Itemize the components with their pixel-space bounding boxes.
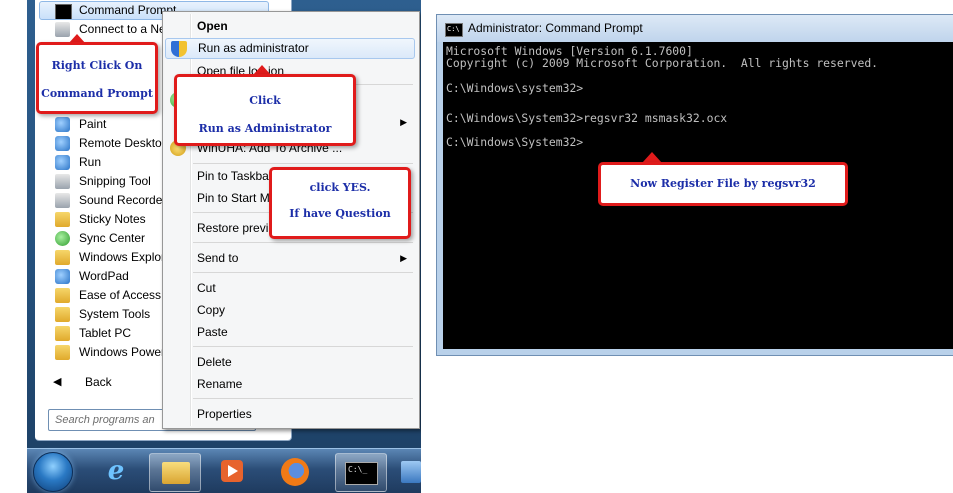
cmd-icon	[55, 4, 72, 19]
menu-label: Cut	[197, 281, 216, 295]
menu-item-properties[interactable]: Properties	[165, 404, 415, 425]
program-label: Remote Desktop	[79, 136, 169, 150]
menu-item-copy[interactable]: Copy	[165, 300, 415, 321]
command-prompt-window: C:\ Administrator: Command Prompt Micros…	[436, 14, 953, 356]
menu-item-cut[interactable]: Cut	[165, 278, 415, 299]
menu-separator	[193, 398, 413, 399]
menu-label: Copy	[197, 303, 226, 317]
back-label: Back	[85, 375, 112, 389]
menu-item-rename[interactable]: Rename	[165, 374, 415, 395]
remote-desktop-icon	[55, 136, 70, 151]
folder-icon	[55, 250, 70, 265]
callout-line: Now Register File by regsvr32	[630, 177, 816, 190]
callout-line: Click	[249, 94, 281, 107]
run-icon	[55, 155, 70, 170]
program-label: Run	[79, 155, 102, 169]
menu-label: Restore previ	[197, 221, 269, 235]
program-label: System Tools	[79, 307, 151, 321]
program-label: Tablet PC	[79, 326, 132, 340]
console-line: C:\Windows\System32>	[446, 135, 584, 149]
taskbar-partial-icon[interactable]	[393, 453, 421, 490]
folder-icon	[55, 345, 70, 360]
uac-shield-icon	[171, 41, 187, 57]
callout-register-regsvr32: Now Register File by regsvr32	[598, 162, 848, 206]
submenu-arrow-icon: ▶	[400, 117, 407, 127]
cmd-icon: C:\	[445, 23, 463, 37]
menu-label: Pin to Start M	[197, 191, 270, 205]
menu-label: Paste	[197, 325, 228, 339]
start-menu-screenshot: Command Prompt Connect to a Ne Paint Rem…	[27, 0, 421, 493]
callout-line: If have Question	[289, 207, 391, 220]
console-line: Copyright (c) 2009 Microsoft Corporation…	[446, 56, 879, 70]
wordpad-icon	[55, 269, 70, 284]
sync-icon	[55, 231, 70, 246]
program-label: WordPad	[79, 269, 129, 283]
program-label: Sound Recorder	[79, 193, 167, 207]
microphone-icon	[55, 193, 70, 208]
menu-label: Pin to Taskba	[197, 169, 269, 183]
program-label: Sticky Notes	[79, 212, 146, 226]
program-label: Windows Power	[79, 345, 166, 359]
menu-item-run-as-administrator[interactable]: Run as administrator	[165, 38, 415, 59]
program-label: Connect to a Ne	[79, 22, 166, 36]
menu-label: Run as administrator	[198, 41, 309, 55]
sticky-notes-icon	[55, 212, 70, 227]
back-arrow-icon: ◀	[53, 376, 62, 388]
window-title: Administrator: Command Prompt	[468, 21, 643, 35]
program-label: Ease of Access	[79, 288, 162, 302]
folder-icon	[55, 288, 70, 303]
explorer-folder-icon[interactable]	[149, 453, 201, 492]
menu-label: Rename	[197, 377, 243, 391]
cmd-icon[interactable]: C:\_	[335, 453, 387, 492]
menu-item-open[interactable]: Open	[165, 16, 415, 37]
callout-line: Right Click On	[51, 59, 143, 72]
media-player-icon[interactable]	[207, 453, 257, 490]
menu-separator	[193, 346, 413, 347]
taskbar: e C:\_	[27, 448, 421, 493]
menu-label: Properties	[197, 407, 252, 421]
program-label: Paint	[79, 117, 107, 131]
menu-label: Send to	[197, 251, 239, 265]
program-label: Windows Explor	[79, 250, 166, 264]
menu-label: Open	[197, 19, 228, 33]
program-label: Sync Center	[79, 231, 146, 245]
menu-separator	[193, 242, 413, 243]
callout-click-run-as-admin: Click Run as Administrator	[174, 74, 356, 146]
callout-line: click YES.	[309, 181, 371, 194]
paint-icon	[55, 117, 70, 132]
menu-item-delete[interactable]: Delete	[165, 352, 415, 373]
folder-icon	[55, 307, 70, 322]
menu-separator	[193, 163, 413, 164]
menu-item-paste[interactable]: Paste	[165, 322, 415, 343]
console-output[interactable]: Microsoft Windows [Version 6.1.7600] Cop…	[443, 42, 953, 349]
program-label: Snipping Tool	[79, 174, 151, 188]
callout-right-click: Right Click On Command Prompt	[36, 42, 158, 114]
cmd-icon-text: C:\	[447, 25, 460, 33]
menu-separator	[193, 272, 413, 273]
cmd-titlebar[interactable]: C:\ Administrator: Command Prompt	[437, 15, 953, 42]
callout-line: Command Prompt	[41, 87, 153, 100]
menu-label: Delete	[197, 355, 232, 369]
callout-line: Run as Administrator	[198, 122, 332, 135]
menu-item-send-to[interactable]: Send to ▶	[165, 248, 415, 269]
firefox-icon[interactable]	[271, 453, 321, 490]
windows-orb-icon[interactable]	[33, 452, 73, 492]
folder-icon	[55, 326, 70, 341]
internet-explorer-icon[interactable]: e	[91, 453, 141, 490]
scissors-icon	[55, 174, 70, 189]
console-line: C:\Windows\system32>	[446, 81, 584, 95]
console-line: C:\Windows\System32>regsvr32 msmask32.oc…	[446, 111, 728, 125]
callout-click-yes: click YES. If have Question	[269, 167, 411, 239]
submenu-arrow-icon: ▶	[400, 253, 407, 263]
